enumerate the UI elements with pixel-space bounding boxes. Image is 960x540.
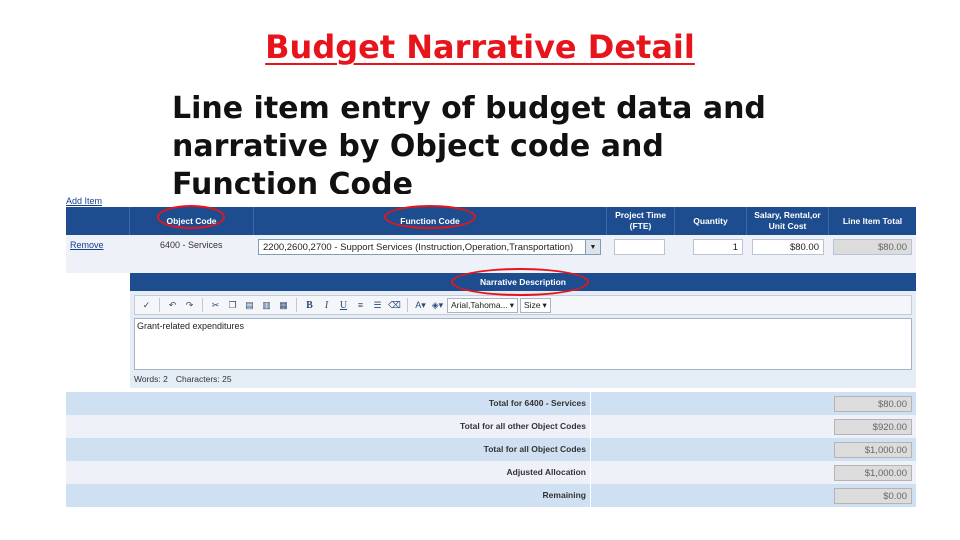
narrative-editor: ✓ ↶ ↷ ✂ ❐ ▤ ▥ ▦ B I U ≡ ☰ ⌫ A▾ ◈▾ Arial,… — [130, 291, 916, 388]
total-value: $920.00 — [834, 419, 912, 435]
bullet-list-icon[interactable]: ☰ — [370, 298, 385, 313]
total-label: Total for all other Object Codes — [66, 415, 591, 438]
numbered-list-icon[interactable]: ≡ — [353, 298, 368, 313]
total-row: Total for all other Object Codes $920.00 — [66, 415, 916, 438]
font-family-value: Arial,Tahoma... — [451, 300, 508, 310]
total-row: Total for 6400 - Services $80.00 — [66, 392, 916, 415]
slide-title: Budget Narrative Detail — [265, 28, 695, 66]
narrative-textarea[interactable]: Grant-related expenditures — [134, 318, 912, 370]
total-label: Total for all Object Codes — [66, 438, 591, 461]
redo-icon[interactable]: ↷ — [182, 298, 197, 313]
undo-icon[interactable]: ↶ — [165, 298, 180, 313]
total-row: Adjusted Allocation $1,000.00 — [66, 461, 916, 484]
total-value: $1,000.00 — [834, 465, 912, 481]
quantity-input[interactable]: 1 — [693, 239, 743, 255]
budget-detail-form: Add Item Object Code Function Code Proje… — [66, 195, 916, 510]
slide-subtitle: Line item entry of budget data and narra… — [172, 91, 766, 194]
chevron-down-icon: ▾ — [542, 299, 547, 310]
italic-icon[interactable]: I — [319, 298, 334, 313]
add-item-link[interactable]: Add Item — [66, 196, 102, 206]
total-row: Total for all Object Codes $1,000.00 — [66, 438, 916, 461]
toolbar-divider — [202, 298, 203, 312]
total-value: $1,000.00 — [834, 442, 912, 458]
function-code-selected: 2200,2600,2700 - Support Services (Instr… — [263, 242, 574, 253]
total-label: Remaining — [66, 484, 591, 507]
total-row: Remaining $0.00 — [66, 484, 916, 507]
line-item-row: Remove 6400 - Services 2200,2600,2700 - … — [66, 235, 916, 273]
header-line-item-total: Line Item Total — [829, 207, 916, 235]
paste-text-icon[interactable]: ▥ — [259, 298, 274, 313]
format-stripper-icon[interactable]: ⌫ — [387, 298, 402, 313]
highlight-color-icon[interactable]: ◈▾ — [430, 298, 445, 313]
characters-count: Characters: 25 — [175, 374, 232, 384]
font-size-select[interactable]: Size ▾ — [519, 297, 551, 313]
chevron-down-icon: ▾ — [509, 299, 514, 310]
header-project-time: Project Time (FTE) — [607, 207, 675, 235]
chevron-down-icon[interactable]: ▼ — [585, 240, 600, 254]
copy-icon[interactable]: ❐ — [225, 298, 240, 313]
bold-icon[interactable]: B — [302, 298, 317, 313]
total-value: $80.00 — [834, 396, 912, 412]
word-count: Words: 2 Characters: 25 — [134, 374, 240, 384]
object-code-value: 6400 - Services — [160, 240, 223, 250]
remove-link[interactable]: Remove — [70, 240, 104, 250]
header-salary: Salary, Rental,or Unit Cost — [747, 207, 829, 235]
total-label: Total for 6400 - Services — [66, 392, 591, 415]
narrative-header: Narrative Description — [130, 273, 916, 291]
words-count: Words: 2 — [134, 374, 168, 384]
toolbar-divider — [407, 298, 408, 312]
underline-icon[interactable]: U — [336, 298, 351, 313]
line-item-total-field: $80.00 — [833, 239, 912, 255]
paste-word-icon[interactable]: ▦ — [276, 298, 291, 313]
header-function-code: Function Code — [254, 207, 607, 235]
font-color-icon[interactable]: A▾ — [413, 298, 428, 313]
cut-icon[interactable]: ✂ — [208, 298, 223, 313]
editor-toolbar: ✓ ↶ ↷ ✂ ❐ ▤ ▥ ▦ B I U ≡ ☰ ⌫ A▾ ◈▾ Arial,… — [134, 295, 912, 315]
header-quantity: Quantity — [675, 207, 747, 235]
total-value: $0.00 — [834, 488, 912, 504]
salary-input[interactable]: $80.00 — [752, 239, 824, 255]
project-time-input[interactable] — [614, 239, 665, 255]
function-code-select[interactable]: 2200,2600,2700 - Support Services (Instr… — [258, 239, 601, 255]
font-family-select[interactable]: Arial,Tahoma... ▾ — [447, 297, 518, 313]
header-blank — [66, 207, 130, 235]
toolbar-divider — [296, 298, 297, 312]
spellcheck-icon[interactable]: ✓ — [139, 298, 154, 313]
total-label: Adjusted Allocation — [66, 461, 591, 484]
toolbar-divider — [159, 298, 160, 312]
font-size-value: Size — [523, 300, 541, 310]
header-object-code: Object Code — [130, 207, 254, 235]
paste-icon[interactable]: ▤ — [242, 298, 257, 313]
